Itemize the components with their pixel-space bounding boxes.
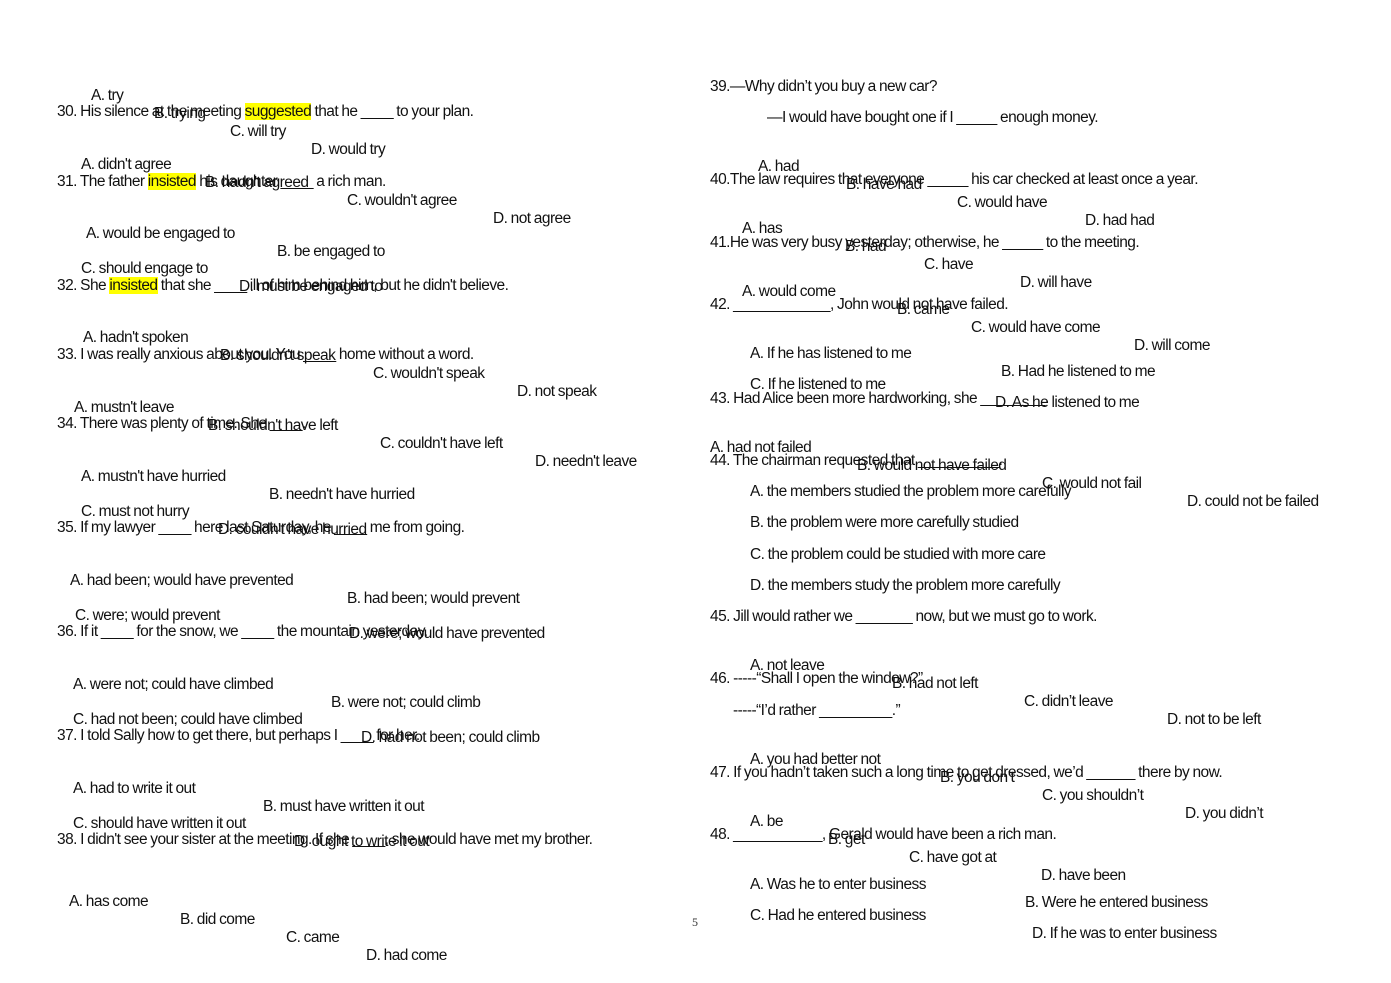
option-d: D. had come [366, 947, 447, 964]
option-d: D. could not be failed [1187, 493, 1319, 510]
option-d: D. had had [1085, 212, 1155, 229]
highlighted-word: insisted [147, 173, 196, 190]
question-30: 30. His silence at the meeting suggested… [57, 103, 474, 121]
page-number: 5 [692, 915, 698, 929]
option-c: C. the problem could be studied with mor… [750, 546, 1046, 563]
option-c: C. Had he entered business [750, 907, 926, 924]
option-c: C. have [924, 256, 974, 273]
option-a: A. has come [69, 893, 149, 910]
option-c: C. you shouldn’t [1042, 787, 1144, 804]
option-c: C. came [286, 929, 340, 946]
option-c: C. wouldn't speak [373, 365, 485, 382]
question-33: 33. I was really anxious about you. You … [57, 346, 474, 363]
option-b: B. did come [180, 911, 255, 928]
option-a: A. Was he to enter business [750, 876, 926, 893]
question-43: 43. Had Alice been more hardworking, she… [710, 390, 1049, 407]
option-a: A. didn't agree [81, 156, 172, 173]
option-a: A. If he has listened to me [750, 345, 912, 362]
highlighted-word: suggested [244, 103, 312, 120]
option-a: A. had been; would have prevented [70, 572, 294, 589]
option-b: B. must have written it out [263, 798, 425, 815]
question-36: 36. If it ____ for the snow, we ____ the… [57, 623, 428, 640]
question-37: 37. I told Sally how to get there, but p… [57, 727, 420, 744]
q42-options-row2: C. If he listened to me D. As he listene… [0, 358, 1140, 430]
question-31: 31. The father insisted his daughter ___… [57, 173, 386, 191]
option-c: C. didn’t leave [1024, 693, 1114, 710]
question-47: 47. If you hadn’t taken such a long time… [710, 764, 1223, 781]
question-42: 42. ____________, John would not have fa… [710, 296, 1009, 313]
question-32: 32. She insisted that she ____ ill of hi… [57, 277, 509, 295]
option-d: D. not to be left [1167, 711, 1261, 728]
option-c: C. will try [230, 123, 286, 140]
question-text: that he ____ to your plan. [311, 103, 474, 120]
question-48: 48. ___________, Gerald would have been … [710, 826, 1057, 843]
option-a: A. were not; could have climbed [73, 676, 274, 693]
option-a: A. would be engaged to [86, 225, 235, 242]
option-b: B. had been; would prevent [347, 590, 520, 607]
q43-options: A. had not failed B. would not have fail… [0, 421, 1319, 529]
question-41: 41.He was very busy yesterday; otherwise… [710, 234, 1140, 251]
option-c: C. should engage to [81, 260, 208, 277]
option-a: A. hadn't spoken [83, 329, 189, 346]
option-b: B. the problem were more carefully studi… [750, 514, 1019, 531]
option-d: D. the members study the problem more ca… [750, 577, 1061, 594]
question-39: 39.—Why didn’t you buy a new car? [710, 78, 938, 95]
question-text: 32. She [57, 277, 110, 294]
q45-options: A. not leave B. had not left C. didn’t l… [0, 639, 1261, 747]
question-34: 34. There was plenty of time. She ____. [57, 415, 306, 432]
question-text: his daughter ____ a rich man. [195, 173, 386, 190]
q48-options-row2: C. Had he entered business D. If he was … [0, 889, 1217, 961]
option-c: C. wouldn't agree [347, 192, 457, 209]
option-b: B. Had he listened to me [1001, 363, 1156, 380]
option-d: D. If he was to enter business [1032, 925, 1217, 942]
option-a: A. had to write it out [73, 780, 196, 797]
question-text: 30. His silence at the meeting [57, 103, 245, 120]
option-d: D. needn't leave [535, 453, 637, 470]
option-d: D. have been [1041, 867, 1126, 884]
option-a: A. the members studied the problem more … [750, 483, 1072, 500]
option-d: D. you didn’t [1185, 805, 1264, 822]
option-d: D. will come [1134, 337, 1211, 354]
option-c: C. have got at [909, 849, 997, 866]
question-35: 35. If my lawyer ____ here last Saturday… [57, 519, 465, 536]
question-46-reply: -----“I’d rather _________.” [733, 702, 901, 719]
question-text: that she ____ ill of him behind him, but… [157, 277, 509, 294]
option-a: A. mustn't have hurried [81, 468, 226, 485]
option-b: B. Were he entered business [1025, 894, 1208, 911]
question-40: 40.The law requires that everyone _____ … [710, 171, 1199, 188]
question-44: 44. The chairman requested that ________… [710, 452, 1003, 469]
option-b: B. were not; could climb [331, 694, 481, 711]
question-38: 38. I didn't see your sister at the meet… [57, 831, 593, 848]
option-d: D. not agree [493, 210, 571, 227]
highlighted-word: insisted [109, 277, 158, 294]
option-c: C. couldn't have left [380, 435, 503, 452]
option-c: C. would have come [971, 319, 1101, 336]
question-39-reply: —I would have bought one if I _____ enou… [767, 109, 1099, 126]
question-46: 46. -----“Shall I open the window?” [710, 670, 923, 687]
option-d: D. will have [1020, 274, 1092, 291]
question-text: 31. The father [57, 173, 148, 190]
option-d: D. not speak [517, 383, 597, 400]
question-45: 45. Jill would rather we _______ now, bu… [710, 608, 1097, 625]
option-b: B. needn't have hurried [269, 486, 415, 503]
option-b: B. be engaged to [277, 243, 385, 260]
option-c: C. would have [957, 194, 1048, 211]
option-d: D. would try [311, 141, 386, 158]
